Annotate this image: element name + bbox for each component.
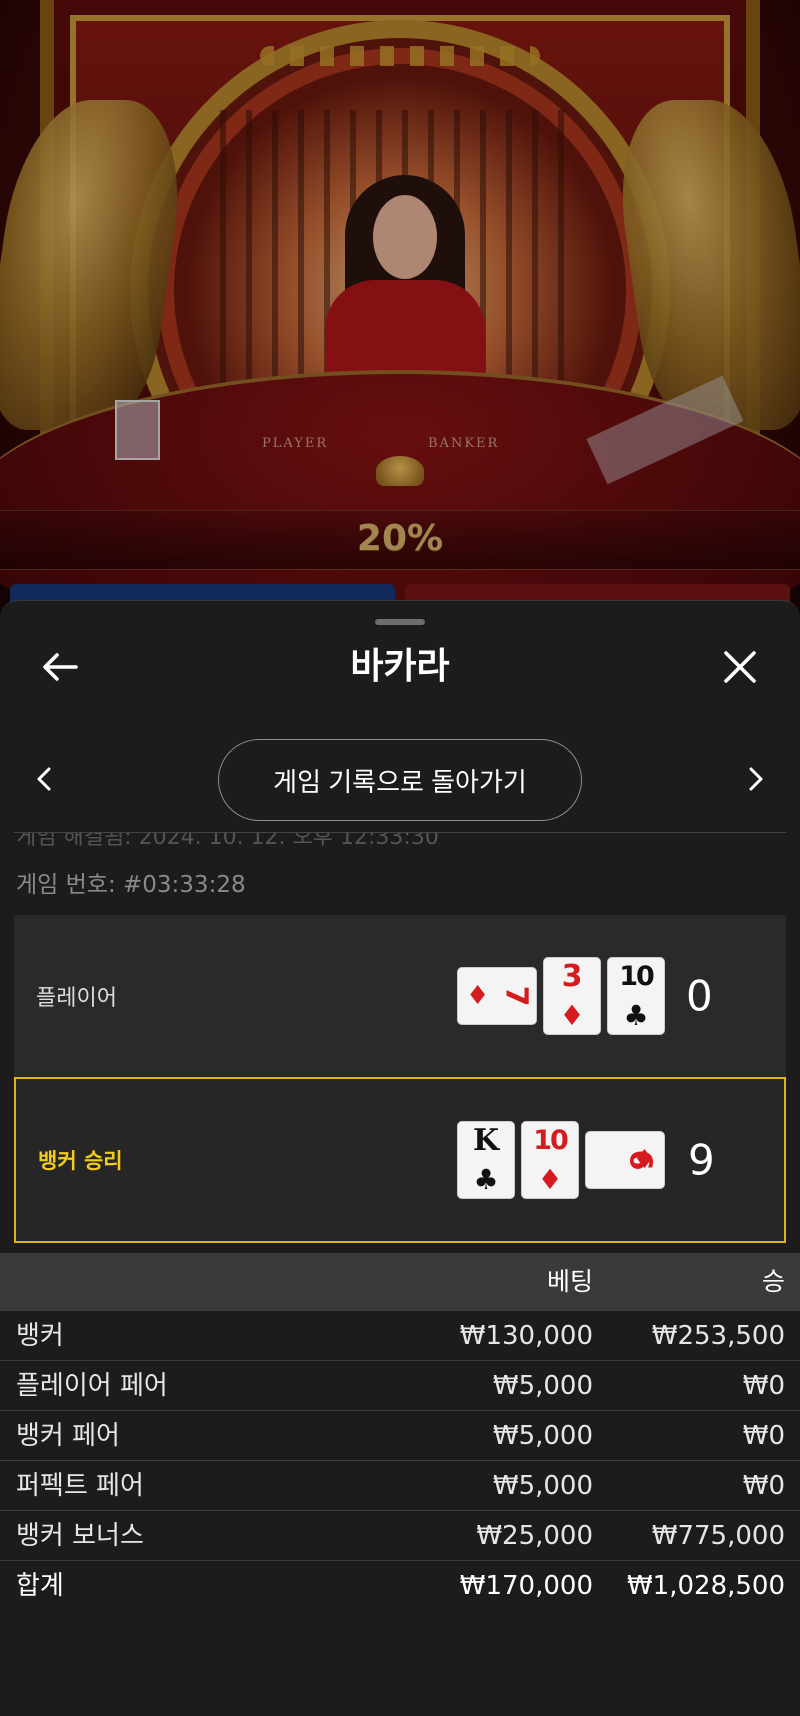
table-row: 퍼펙트 페어 ₩5,000 ₩0 bbox=[0, 1461, 800, 1511]
card-rank: 10 bbox=[533, 1125, 569, 1156]
win-amount: ₩253,500 bbox=[651, 1321, 785, 1351]
card-rank: K bbox=[472, 1123, 500, 1158]
previous-game-button[interactable] bbox=[26, 761, 62, 797]
video-dim-overlay bbox=[0, 0, 800, 620]
diamond-suit-icon: ♦ bbox=[466, 981, 490, 1011]
next-game-button[interactable] bbox=[738, 761, 774, 797]
playing-card: 9 ♦ bbox=[586, 1132, 664, 1188]
club-suit-icon: ♣ bbox=[623, 999, 649, 1032]
club-suit-icon: ♣ bbox=[473, 1163, 499, 1196]
win-amount: ₩775,000 bbox=[651, 1521, 785, 1551]
table-row: 뱅커 페어 ₩5,000 ₩0 bbox=[0, 1411, 800, 1461]
playing-card: K ♣ bbox=[458, 1122, 514, 1198]
table-row: 뱅커 ₩130,000 ₩253,500 bbox=[0, 1311, 800, 1361]
game-number: 게임 번호: #03:33:28 bbox=[16, 872, 246, 898]
arrow-left-icon bbox=[43, 653, 78, 681]
game-settled-time: 게임 해결됨: 2024. 10. 12. 오후 12:33:30 bbox=[16, 833, 439, 850]
diamond-suit-icon: ♦ bbox=[632, 1145, 656, 1175]
bet-name: 뱅커 bbox=[16, 1321, 64, 1351]
card-rank: 10 bbox=[619, 961, 655, 992]
total-label: 합계 bbox=[16, 1571, 64, 1601]
win-column-header: 승 bbox=[761, 1267, 785, 1296]
playing-card: 3 ♦ bbox=[544, 958, 600, 1034]
live-video-feed: PLAYER BANKER 20% bbox=[0, 0, 800, 620]
back-button[interactable] bbox=[38, 645, 82, 689]
player-total: 0 bbox=[686, 971, 713, 1021]
chevron-right-icon bbox=[749, 767, 763, 791]
player-hand: 플레이어 7 ♦ 3 ♦ 10 ♣ 0 bbox=[14, 915, 786, 1077]
playing-card: 10 ♦ bbox=[522, 1122, 578, 1198]
bet-column-header: 베팅 bbox=[546, 1267, 593, 1296]
banker-hand-label: 뱅커 승리 bbox=[38, 1149, 123, 1173]
bet-name: 플레이어 페어 bbox=[16, 1371, 168, 1401]
back-to-history-button[interactable]: 게임 기록으로 돌아가기 bbox=[218, 739, 582, 821]
bets-table-header: 베팅 승 bbox=[0, 1253, 800, 1311]
total-bet-amount: ₩170,000 bbox=[459, 1571, 593, 1601]
total-win-amount: ₩1,028,500 bbox=[626, 1571, 785, 1601]
player-hand-label: 플레이어 bbox=[36, 986, 117, 1011]
total-row: 합계 ₩170,000 ₩1,028,500 bbox=[0, 1561, 800, 1611]
diamond-suit-icon: ♦ bbox=[559, 999, 585, 1032]
banker-cards: K ♣ 10 ♦ 9 ♦ bbox=[458, 1079, 664, 1241]
bet-name: 뱅커 보너스 bbox=[16, 1521, 144, 1551]
bet-name: 퍼펙트 페어 bbox=[16, 1471, 144, 1501]
bet-name: 뱅커 페어 bbox=[16, 1421, 120, 1451]
game-details-sheet: 바카라 게임 기록으로 돌아가기 게임 해결됨: 2024. 10. 12. 오… bbox=[0, 600, 800, 1716]
playing-card: 7 ♦ bbox=[458, 968, 536, 1024]
bet-amount: ₩130,000 bbox=[459, 1321, 593, 1351]
card-rank: 3 bbox=[561, 959, 583, 994]
bet-amount: ₩5,000 bbox=[492, 1371, 593, 1401]
bet-amount: ₩5,000 bbox=[492, 1421, 593, 1451]
table-row: 뱅커 보너스 ₩25,000 ₩775,000 bbox=[0, 1511, 800, 1561]
bet-amount: ₩5,000 bbox=[492, 1471, 593, 1501]
bet-amount: ₩25,000 bbox=[476, 1521, 593, 1551]
card-rank: 7 bbox=[498, 985, 534, 1007]
playing-card: 10 ♣ bbox=[608, 958, 664, 1034]
close-button[interactable] bbox=[718, 645, 762, 689]
win-amount: ₩0 bbox=[742, 1421, 785, 1451]
banker-total: 9 bbox=[688, 1135, 715, 1185]
player-cards: 7 ♦ 3 ♦ 10 ♣ bbox=[458, 915, 664, 1077]
game-details-scroll[interactable]: 게임 해결됨: 2024. 10. 12. 오후 12:33:30 게임 번호:… bbox=[0, 833, 800, 1716]
banker-hand: 뱅커 승리 K ♣ 10 ♦ 9 ♦ 9 bbox=[14, 1077, 786, 1243]
chevron-left-icon bbox=[37, 767, 51, 791]
page-title: 바카라 bbox=[350, 646, 450, 687]
diamond-suit-icon: ♦ bbox=[537, 1163, 563, 1196]
win-amount: ₩0 bbox=[742, 1371, 785, 1401]
win-amount: ₩0 bbox=[742, 1471, 785, 1501]
sheet-drag-handle[interactable] bbox=[375, 619, 425, 625]
close-icon bbox=[724, 651, 756, 683]
table-row: 플레이어 페어 ₩5,000 ₩0 bbox=[0, 1361, 800, 1411]
